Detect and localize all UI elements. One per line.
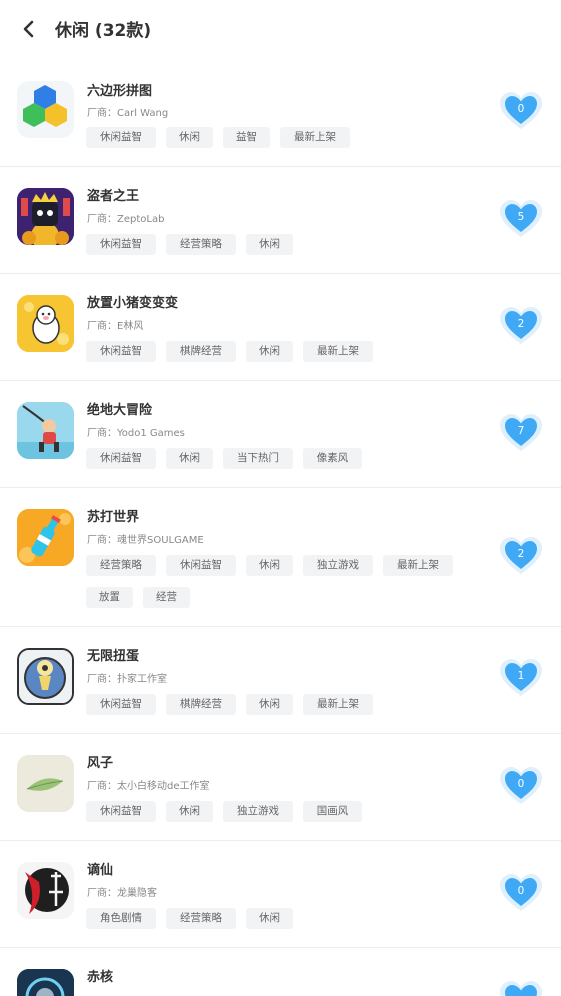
game-list-item[interactable]: 盗者之王 厂商：ZeptoLab 休闲益智 经营策略 休闲 5: [0, 167, 561, 274]
tag[interactable]: 最新上架: [303, 694, 373, 715]
like-button[interactable]: 5: [498, 199, 544, 239]
game-vendor: 厂商：ZeptoLab: [87, 214, 165, 225]
tag[interactable]: 最新上架: [383, 555, 453, 576]
heart-icon: [500, 981, 542, 996]
like-button[interactable]: 2: [498, 306, 544, 346]
tag[interactable]: 独立游戏: [223, 801, 293, 822]
like-count: 7: [517, 425, 525, 437]
tag[interactable]: 国画风: [303, 801, 362, 822]
tag[interactable]: 角色剧情: [86, 908, 156, 929]
game-list-item[interactable]: 赤核: [0, 948, 561, 996]
like-button[interactable]: 7: [498, 413, 544, 453]
tag[interactable]: 经营: [143, 587, 190, 608]
game-name: 苏打世界: [87, 510, 140, 525]
leaf-icon: [17, 755, 74, 812]
page-title: 休闲 (32款): [55, 21, 152, 41]
tag[interactable]: 益智: [223, 127, 270, 148]
like-button[interactable]: [498, 980, 544, 996]
like-count: 2: [517, 548, 525, 560]
tag[interactable]: 休闲: [166, 801, 213, 822]
tag[interactable]: 独立游戏: [303, 555, 373, 576]
game-name: 谪仙: [87, 863, 114, 878]
game-list-item[interactable]: 风子 厂商：太小白移动de工作室 休闲益智 休闲 独立游戏 国画风 0: [0, 734, 561, 841]
tag[interactable]: 当下热门: [223, 448, 293, 469]
gacha-capsule-icon: [17, 648, 74, 705]
like-count: 0: [517, 778, 525, 790]
tag[interactable]: 休闲益智: [86, 801, 156, 822]
game-list-item[interactable]: 六边形拼图 厂商：Carl Wang 休闲益智 休闲 益智 最新上架 0: [0, 62, 561, 167]
tag[interactable]: 像素风: [303, 448, 362, 469]
tag[interactable]: 休闲益智: [86, 234, 156, 255]
game-name: 无限扭蛋: [87, 649, 140, 664]
like-count: 1: [517, 670, 525, 682]
game-vendor: 厂商：扑家工作室: [87, 674, 167, 685]
game-vendor: 厂商：太小白移动de工作室: [87, 781, 210, 792]
like-count: 2: [517, 318, 525, 330]
tag[interactable]: 休闲益智: [166, 555, 236, 576]
tag[interactable]: 棋牌经营: [166, 341, 236, 362]
like-count: 0: [517, 103, 525, 115]
chevron-left-icon: [22, 20, 36, 42]
like-button[interactable]: 2: [498, 536, 544, 576]
game-vendor: 厂商：Carl Wang: [87, 108, 169, 119]
red-core-icon: [17, 969, 74, 996]
tag[interactable]: 休闲: [246, 555, 293, 576]
game-name: 绝地大冒险: [87, 403, 153, 418]
soda-bottle-icon: [17, 509, 74, 566]
tag[interactable]: 休闲益智: [86, 127, 156, 148]
idle-pig-icon: [17, 295, 74, 352]
tag[interactable]: 休闲: [246, 234, 293, 255]
like-button[interactable]: 0: [498, 766, 544, 806]
header-bar: 休闲 (32款): [0, 0, 561, 62]
tag[interactable]: 最新上架: [280, 127, 350, 148]
game-name: 盗者之王: [87, 189, 140, 204]
game-name: 赤核: [87, 970, 114, 985]
game-name: 风子: [87, 756, 114, 771]
like-count: 5: [517, 211, 525, 223]
tag[interactable]: 休闲: [246, 341, 293, 362]
back-button[interactable]: [14, 16, 44, 46]
tag[interactable]: 休闲: [246, 694, 293, 715]
game-list-item[interactable]: 绝地大冒险 厂商：Yodo1 Games 休闲益智 休闲 当下热门 像素风 7: [0, 381, 561, 488]
game-vendor: 厂商：龙巢隐客: [87, 888, 157, 899]
game-vendor: 厂商：Yodo1 Games: [87, 428, 185, 439]
tag[interactable]: 休闲益智: [86, 448, 156, 469]
king-of-thieves-icon: [17, 188, 74, 245]
tag[interactable]: 休闲益智: [86, 694, 156, 715]
jump-adventure-icon: [17, 402, 74, 459]
tag[interactable]: 经营策略: [166, 908, 236, 929]
tag[interactable]: 棋牌经营: [166, 694, 236, 715]
tag-list: 经营策略 休闲益智 休闲 独立游戏 最新上架 放置 经营: [86, 555, 486, 611]
game-list-item[interactable]: 谪仙 厂商：龙巢隐客 角色剧情 经营策略 休闲 0: [0, 841, 561, 948]
like-button[interactable]: 0: [498, 91, 544, 131]
like-button[interactable]: 0: [498, 873, 544, 913]
game-list-item[interactable]: 放置小猪变变变 厂商：E林风 休闲益智 棋牌经营 休闲 最新上架 2: [0, 274, 561, 381]
tag[interactable]: 休闲: [166, 448, 213, 469]
ink-calligraphy-icon: [17, 862, 74, 919]
game-vendor: 厂商：E林风: [87, 321, 144, 332]
tag[interactable]: 休闲: [246, 908, 293, 929]
tag[interactable]: 休闲: [166, 127, 213, 148]
like-count: 0: [517, 885, 525, 897]
game-name: 六边形拼图: [87, 84, 153, 99]
tag[interactable]: 经营策略: [86, 555, 156, 576]
game-list-item[interactable]: 无限扭蛋 厂商：扑家工作室 休闲益智 棋牌经营 休闲 最新上架 1: [0, 627, 561, 734]
tag[interactable]: 放置: [86, 587, 133, 608]
game-name: 放置小猪变变变: [87, 296, 179, 311]
like-button[interactable]: 1: [498, 658, 544, 698]
tag[interactable]: 休闲益智: [86, 341, 156, 362]
hexagon-puzzle-icon: [17, 81, 74, 138]
tag[interactable]: 最新上架: [303, 341, 373, 362]
game-list-item[interactable]: 苏打世界 厂商：魂世界SOULGAME 经营策略 休闲益智 休闲 独立游戏 最新…: [0, 488, 561, 627]
tag[interactable]: 经营策略: [166, 234, 236, 255]
game-vendor: 厂商：魂世界SOULGAME: [87, 535, 204, 546]
